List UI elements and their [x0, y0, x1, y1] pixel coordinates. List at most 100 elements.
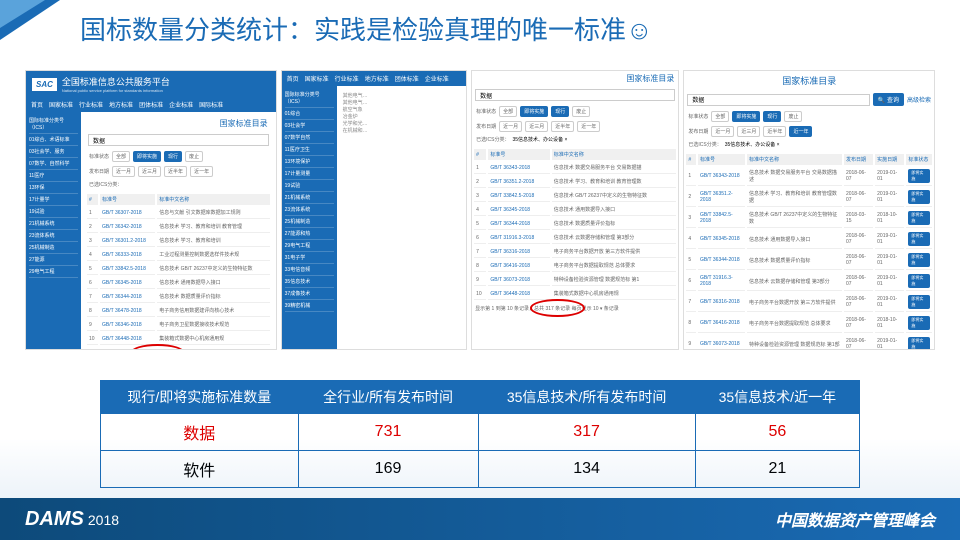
filter-tag[interactable]: 全部: [499, 106, 517, 117]
sidebar-item[interactable]: 29电气工程: [285, 240, 334, 252]
filter-tag[interactable]: 全部: [711, 111, 729, 122]
std-link[interactable]: GB/T 36344-2018: [488, 218, 549, 230]
filter-tag[interactable]: 近一月: [499, 121, 522, 132]
nav-item[interactable]: 首页: [31, 100, 43, 109]
std-link[interactable]: GB/T 36073-2018: [698, 335, 745, 350]
filter-tag[interactable]: 现行: [551, 106, 569, 117]
filter-tag[interactable]: 近三月: [138, 166, 161, 177]
sidebar-item[interactable]: 27能源: [29, 254, 78, 266]
filter-tag[interactable]: 近三月: [525, 121, 548, 132]
std-link[interactable]: GB/T 36351.2-2018: [488, 176, 549, 188]
std-link[interactable]: GB/T 36351.2-2018: [698, 188, 745, 207]
std-link[interactable]: GB/T 36343-2018: [488, 162, 549, 174]
nav-item[interactable]: 企业标准: [169, 100, 193, 109]
filter-tag[interactable]: 即将实施: [732, 111, 760, 122]
nav-item[interactable]: 地方标准: [365, 74, 389, 83]
std-link[interactable]: GB/T 31916.3-2018: [488, 232, 549, 244]
sidebar-item[interactable]: 23流体系统: [29, 230, 78, 242]
std-link[interactable]: GB/T 36333-2018: [100, 249, 155, 261]
sidebar-item[interactable]: 39精密机械: [285, 300, 334, 312]
filter-tag[interactable]: 近一年: [789, 126, 812, 137]
nav-item[interactable]: 行业标准: [335, 74, 359, 83]
std-link[interactable]: GB/T 36345-2018: [488, 204, 549, 216]
filter-tag[interactable]: 即将实施: [520, 106, 548, 117]
filter-tag[interactable]: 现行: [164, 151, 182, 162]
std-link[interactable]: GB/T 36342-2018: [100, 221, 155, 233]
sidebar-item[interactable]: 11医疗卫生: [285, 144, 334, 156]
search-input[interactable]: [687, 94, 869, 106]
std-link[interactable]: GB/T 36448-2018: [488, 288, 549, 300]
nav-item[interactable]: 地方标准: [109, 100, 133, 109]
sidebar-item[interactable]: 25机械制造: [285, 216, 334, 228]
search-input[interactable]: [88, 134, 269, 146]
std-link[interactable]: GB/T 36345-2018: [100, 277, 155, 289]
sidebar-item[interactable]: 31电子学: [285, 252, 334, 264]
nav-item[interactable]: 国家标准: [305, 74, 329, 83]
filter-tag[interactable]: 废止: [784, 111, 802, 122]
filter-tag[interactable]: 近一年: [190, 166, 213, 177]
nav-item[interactable]: 首页: [287, 74, 299, 83]
sidebar-item[interactable]: 33电信音频: [285, 264, 334, 276]
std-link[interactable]: GB/T 36416-2018: [488, 260, 549, 272]
nav-item[interactable]: 国际标准: [199, 100, 223, 109]
sidebar-item[interactable]: 01综合: [285, 108, 334, 120]
search-button[interactable]: 🔍 查询: [873, 93, 904, 106]
sidebar-item[interactable]: 37成像技术: [285, 288, 334, 300]
sidebar-item[interactable]: 23流体系统: [285, 204, 334, 216]
sidebar-item[interactable]: 07数学、自然科学: [29, 158, 78, 170]
nav-item[interactable]: 国家标准: [49, 100, 73, 109]
sidebar-item[interactable]: 17计量测量: [285, 168, 334, 180]
sidebar-item[interactable]: 01综合、术语标准: [29, 134, 78, 146]
std-link[interactable]: GB/T 36416-2018: [698, 314, 745, 333]
sidebar-item[interactable]: 13环境保护: [285, 156, 334, 168]
sidebar-item[interactable]: 25机械制造: [29, 242, 78, 254]
std-link[interactable]: GB/T 36346-2018: [100, 319, 155, 331]
search-input[interactable]: [475, 89, 675, 101]
std-link[interactable]: GB/T 36301.2-2018: [100, 235, 155, 247]
sidebar-item[interactable]: 19试验: [285, 180, 334, 192]
filter-tag[interactable]: 废止: [185, 151, 203, 162]
filter-tag[interactable]: 近一月: [112, 166, 135, 177]
sidebar-item[interactable]: 13环保: [29, 182, 78, 194]
sidebar-item[interactable]: 21机械系统: [285, 192, 334, 204]
sidebar-item[interactable]: 17计量学: [29, 194, 78, 206]
sidebar-item[interactable]: 07数学自然: [285, 132, 334, 144]
sidebar-item[interactable]: 29电气工程: [29, 266, 78, 278]
filter-tag[interactable]: 近一月: [711, 126, 734, 137]
nav-item[interactable]: 团体标准: [139, 100, 163, 109]
filter-tag[interactable]: 近半年: [763, 126, 786, 137]
std-link[interactable]: GB/T 36478-2018: [100, 305, 155, 317]
filter-tag[interactable]: 近半年: [164, 166, 187, 177]
std-link[interactable]: GB/T 33842.5-2018: [100, 263, 155, 275]
filter-tag[interactable]: 近半年: [551, 121, 574, 132]
std-link[interactable]: GB/T 36344-2018: [698, 251, 745, 270]
filter-tag[interactable]: 废止: [572, 106, 590, 117]
std-link[interactable]: GB/T 36344-2018: [100, 291, 155, 303]
sidebar-item[interactable]: 27能源和热: [285, 228, 334, 240]
sidebar-item[interactable]: 19试验: [29, 206, 78, 218]
std-link[interactable]: GB/T 36448-2018: [100, 333, 155, 345]
nav-item[interactable]: 团体标准: [395, 74, 419, 83]
sidebar-item[interactable]: 03社会学: [285, 120, 334, 132]
std-link[interactable]: GB/T 33842.5-2018: [698, 209, 745, 228]
sidebar-item[interactable]: 21机械系统: [29, 218, 78, 230]
std-link[interactable]: GB/T 33842.5-2018: [488, 190, 549, 202]
std-link[interactable]: GB/T 36343-2018: [698, 167, 745, 186]
std-link[interactable]: GB/T 36073-2018: [488, 274, 549, 286]
std-link[interactable]: GB/T 36307-2018: [100, 207, 155, 219]
filter-tag[interactable]: 全部: [112, 151, 130, 162]
std-link[interactable]: GB/T 36316-2018: [698, 293, 745, 312]
filter-tag[interactable]: 即将实施: [133, 151, 161, 162]
nav-item[interactable]: 企业标准: [425, 74, 449, 83]
sidebar-item[interactable]: 35信息技术: [285, 276, 334, 288]
filter-tag[interactable]: 近一年: [577, 121, 600, 132]
std-link[interactable]: GB/T 31916.3-2018: [698, 272, 745, 291]
sidebar-item[interactable]: 03社会学、服务: [29, 146, 78, 158]
std-link[interactable]: GB/T 36316-2018: [488, 246, 549, 258]
filter-tag[interactable]: 近三月: [737, 126, 760, 137]
adv-search-link[interactable]: 高级检索: [907, 95, 931, 104]
nav-item[interactable]: 行业标准: [79, 100, 103, 109]
sidebar-item[interactable]: 11医疗: [29, 170, 78, 182]
std-link[interactable]: GB/T 36345-2018: [698, 230, 745, 249]
filter-tag[interactable]: 现行: [763, 111, 781, 122]
